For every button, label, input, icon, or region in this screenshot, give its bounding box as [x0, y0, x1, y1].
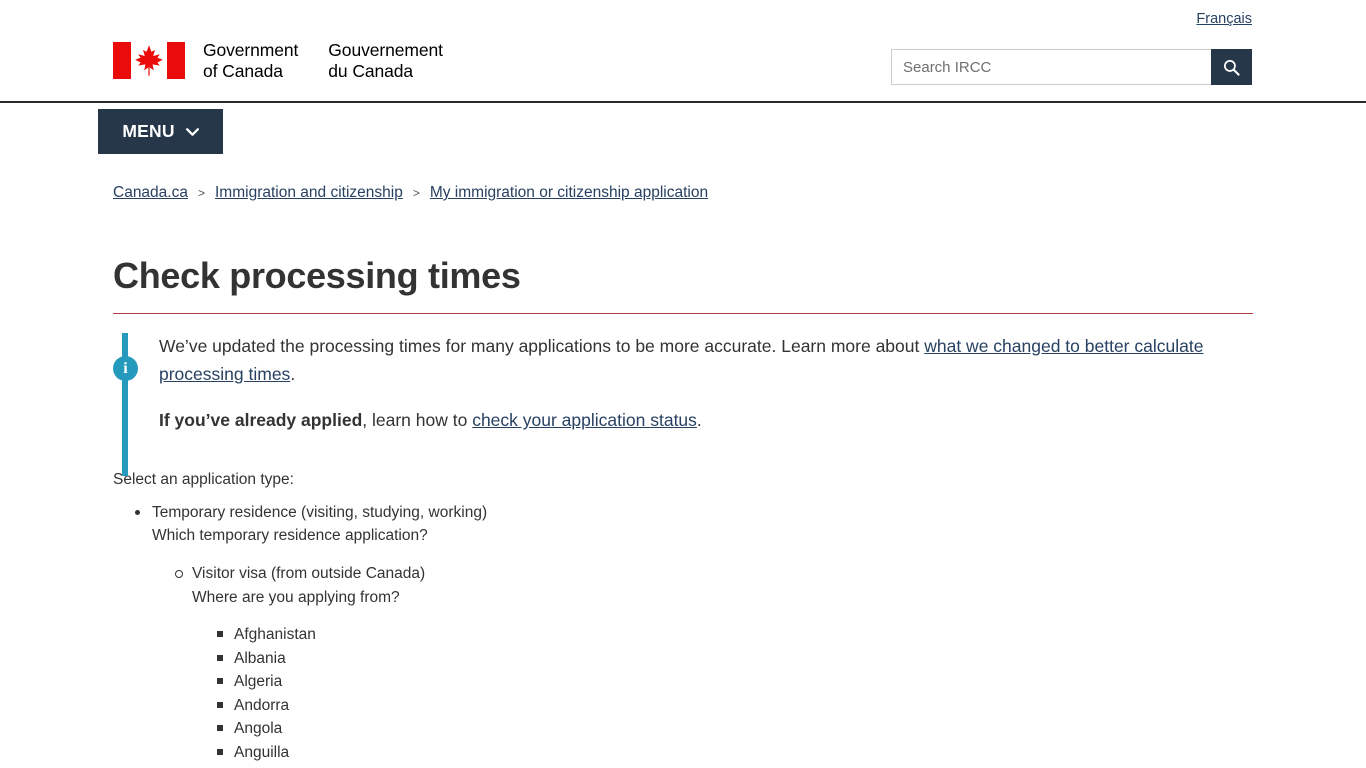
menu-button-label: MENU	[122, 121, 175, 141]
already-applied-bold: If you’ve already applied	[159, 410, 363, 431]
check-application-status-link[interactable]: check your application status	[472, 410, 697, 430]
breadcrumb-item-canada-ca[interactable]: Canada.ca	[113, 184, 188, 202]
menu-button[interactable]: MENU	[98, 109, 223, 154]
search-icon	[1223, 59, 1240, 76]
main-content: Check processing times i We’ve updated t…	[0, 222, 1366, 764]
list-item[interactable]: Afghanistan	[217, 623, 1253, 647]
select-application-type-label: Select an application type:	[113, 470, 294, 488]
temporary-residence-options: Visitor visa (from outside Canada) Where…	[152, 562, 1253, 764]
notice-text-end: .	[696, 410, 702, 431]
maple-leaf-icon	[133, 43, 165, 78]
visitor-visa-question: Where are you applying from?	[192, 588, 400, 606]
application-type-list: Temporary residence (visiting, studying,…	[113, 501, 1253, 764]
list-item[interactable]: Angola	[217, 717, 1253, 741]
temporary-residence-label: Temporary residence (visiting, studying,…	[152, 503, 488, 521]
government-of-canada-brand[interactable]: Government of Canada Gouvernement du Can…	[113, 40, 443, 81]
notice-text-after-link: .	[290, 363, 296, 384]
language-toggle-link[interactable]: Français	[1196, 11, 1252, 27]
canada-flag-icon	[113, 42, 185, 80]
list-item-temporary-residence[interactable]: Temporary residence (visiting, studying,…	[135, 501, 1253, 764]
breadcrumb-item-immigration-and-citizenship[interactable]: Immigration and citizenship	[215, 184, 403, 202]
wordmark-french: Gouvernement du Canada	[328, 40, 443, 81]
goc-wordmark: Government of Canada Gouvernement du Can…	[203, 40, 443, 81]
breadcrumb-separator: >	[412, 186, 420, 200]
search-input[interactable]	[891, 49, 1211, 85]
visitor-visa-label: Visitor visa (from outside Canada)	[192, 565, 426, 583]
country-list: Afghanistan Albania Algeria Andorra Ango…	[192, 623, 1253, 764]
breadcrumb: Canada.ca > Immigration and citizenship …	[113, 184, 708, 202]
temporary-residence-question: Which temporary residence application?	[152, 527, 428, 545]
flag-right-bar	[167, 42, 185, 80]
site-header: Français Government of Canada Gouverneme…	[0, 0, 1366, 104]
site-search	[891, 49, 1252, 85]
notice-text-before-link: We’ve updated the processing times for m…	[159, 336, 925, 356]
list-item[interactable]: Algeria	[217, 670, 1253, 694]
flag-left-bar	[113, 42, 131, 80]
wordmark-english: Government of Canada	[203, 40, 299, 81]
menu-bar: MENU	[0, 103, 1366, 159]
page-title: Check processing times	[113, 255, 1253, 314]
list-item[interactable]: Anguilla	[217, 741, 1253, 765]
info-notice: i We’ve updated the processing times for…	[113, 333, 1253, 476]
breadcrumb-item-my-application[interactable]: My immigration or citizenship applicatio…	[430, 184, 708, 202]
notice-paragraph-updated: We’ve updated the processing times for m…	[159, 333, 1253, 388]
notice-accent-bar	[122, 333, 128, 476]
notice-paragraph-already-applied: If you’ve already applied, learn how to …	[159, 407, 1253, 435]
list-item-visitor-visa[interactable]: Visitor visa (from outside Canada) Where…	[175, 562, 1253, 764]
chevron-down-icon	[185, 127, 199, 136]
search-button[interactable]	[1211, 49, 1252, 85]
notice-text-middle: , learn how to	[362, 410, 473, 431]
info-icon: i	[113, 356, 138, 381]
list-item[interactable]: Andorra	[217, 694, 1253, 718]
breadcrumb-separator: >	[197, 186, 205, 200]
list-item[interactable]: Albania	[217, 647, 1253, 671]
